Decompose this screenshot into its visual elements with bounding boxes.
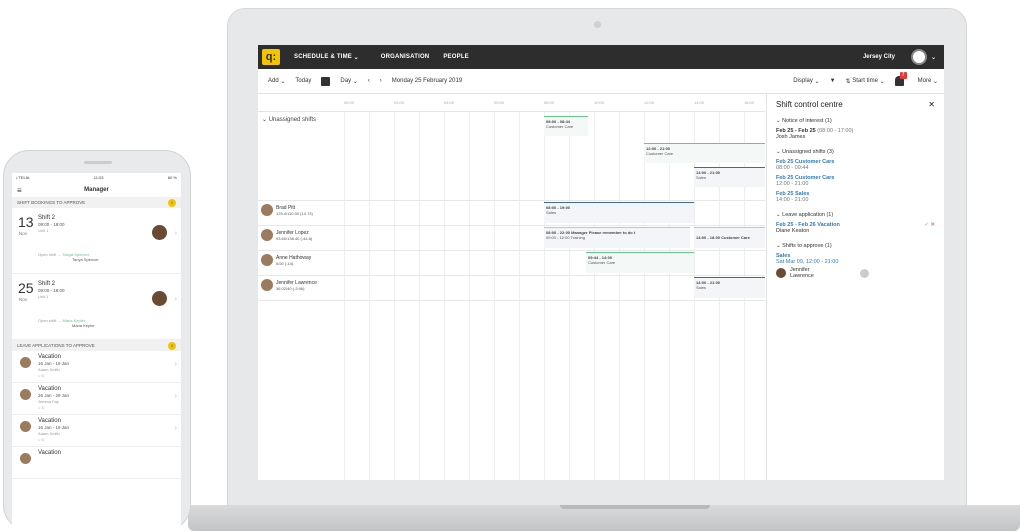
employee-row-label[interactable]: Jennifer Lawrence 36.02/40 (-3.98) xyxy=(261,279,317,291)
time-label: 03:00 xyxy=(394,100,405,105)
close-icon[interactable]: ✕ xyxy=(928,100,935,109)
section-header: LEAVE APPLICATIONS TO APPROVE 3 xyxy=(12,340,181,351)
time-label: 14:00 xyxy=(694,100,705,105)
leave-item[interactable]: Vacation xyxy=(12,447,181,479)
booking-item[interactable]: 25 Nov Shift 2 09:00 - 18:00 Unit 1 Open… xyxy=(12,274,181,340)
count-badge: 3 xyxy=(168,341,176,350)
chevron-right-icon: › xyxy=(174,425,177,432)
today-button[interactable]: Today xyxy=(295,78,311,84)
chevron-right-icon: › xyxy=(174,296,177,303)
notification-badge: 7 xyxy=(899,72,907,79)
employee-row-label[interactable]: Jennifer Lopez 93.60/138.40 (-44.8) xyxy=(261,229,312,241)
current-date: Monday 25 February 2019 xyxy=(391,78,463,84)
shift-block[interactable]: 09:44 - 14:00 Customer Care xyxy=(586,252,694,273)
shift-block[interactable]: 08:00 - 08:44 Customer Care xyxy=(544,116,588,136)
employee-row-label[interactable]: Brad Pitt 125.4/110.00 (14.73) xyxy=(261,204,313,216)
leave-item[interactable]: Vacation 26 Jan - 29 Jan Jemma Fay ○ 4 › xyxy=(12,383,181,415)
display-button[interactable]: Display ⌄ xyxy=(793,78,819,85)
laptop-base-notch xyxy=(560,505,710,509)
nav-organisation[interactable]: ORGANISATION xyxy=(381,54,430,60)
avatar xyxy=(261,229,273,241)
laptop-frame: q: SCHEDULE & TIME ⌄ ORGANISATION PEOPLE… xyxy=(227,8,967,506)
app-logo[interactable]: q: xyxy=(262,49,280,65)
view-select[interactable]: Day ⌄ xyxy=(340,78,357,85)
phone-speaker xyxy=(84,161,112,164)
panel-title: Shift control centre xyxy=(776,100,843,109)
shift-block[interactable]: 08:00 - 19:00 Sales xyxy=(544,202,694,223)
shift-block[interactable]: 14:00 - 18:00 Customer Care xyxy=(694,227,765,248)
avatar xyxy=(20,453,31,464)
avatar xyxy=(20,421,31,432)
user-avatar[interactable] xyxy=(910,49,927,65)
status-dot-icon xyxy=(859,268,869,278)
phone-header: ≡ Manager xyxy=(17,185,109,195)
more-button[interactable]: More ⌄ xyxy=(918,78,938,85)
time-label: 04:00 xyxy=(444,100,455,105)
count-badge: 2 xyxy=(168,198,176,207)
shift-block[interactable]: 14:00 - 21:00 Sales xyxy=(694,277,765,298)
leave-item[interactable]: Vacation 16 Jan - 19 Jan Adam Smith ○ 4 › xyxy=(12,351,181,383)
next-day-button[interactable]: › xyxy=(380,78,382,84)
laptop-camera xyxy=(594,21,601,28)
status-bar: ᵢₗ TELIA 11:03 60 % xyxy=(16,175,177,180)
phone-frame: ᵢₗ TELIA 11:03 60 % ≡ Manager SHIFT BOOKING… xyxy=(3,150,191,532)
nav-schedule-time[interactable]: SCHEDULE & TIME xyxy=(294,54,352,60)
time-label: 05:00 xyxy=(494,100,505,105)
notice-section-toggle[interactable]: ⌄ Notice of interest (1) xyxy=(776,118,935,124)
sort-button[interactable]: ⇅ Start time ⌄ xyxy=(846,78,885,85)
section-header: SHIFT BOOKINGS TO APPROVE 2 xyxy=(12,197,181,208)
avatar xyxy=(261,279,273,291)
avatar xyxy=(152,225,167,240)
shift-control-panel: Shift control centre ✕ ⌄ Notice of intere… xyxy=(766,94,944,480)
add-button[interactable]: Add ⌄ xyxy=(268,78,285,85)
booking-item[interactable]: 13 Nov Shift 2 09:00 - 18:00 Unit 1 Open… xyxy=(12,208,181,274)
time-label: 08:00 xyxy=(544,100,555,105)
laptop-screen: q: SCHEDULE & TIME ⌄ ORGANISATION PEOPLE… xyxy=(258,45,944,480)
phone-screen: ᵢₗ TELIA 11:03 60 % ≡ Manager SHIFT BOOKING… xyxy=(12,173,181,532)
chevron-down-icon: ⌄ xyxy=(352,54,359,61)
time-label: 16:00 xyxy=(744,100,755,105)
chevron-right-icon: › xyxy=(174,230,177,237)
avatar xyxy=(261,204,273,216)
time-label: 06:00 xyxy=(344,100,355,105)
location-selector[interactable]: Jersey City xyxy=(863,54,895,60)
leave-item[interactable]: Vacation 16 Jan - 19 Jan Adam Smith ○ 4 › xyxy=(12,415,181,447)
chevron-down-icon: ⌄ xyxy=(930,54,936,61)
avatar xyxy=(152,291,167,306)
calendar-icon[interactable] xyxy=(321,76,331,86)
employee-row-label[interactable]: Anne Hathoway 0/20 (-14) xyxy=(261,254,311,266)
toolbar: Add ⌄ Today Day ⌄ ‹ › Monday 25 February… xyxy=(258,69,944,94)
top-navigation: q: SCHEDULE & TIME ⌄ ORGANISATION PEOPLE… xyxy=(258,45,944,69)
avatar xyxy=(20,389,31,400)
shift-block[interactable]: 12:00 - 21:00 Customer Care xyxy=(644,143,765,163)
schedule-grid: 06:00 03:00 04:00 05:00 08:00 10:00 12:0… xyxy=(258,94,765,480)
time-label: 10:00 xyxy=(594,100,605,105)
shift-block[interactable]: 08:00 - 22:00 Manager Please remember to… xyxy=(544,227,690,248)
leave-section-toggle[interactable]: ⌄ Leave application (1) xyxy=(776,212,935,218)
time-label: 12:00 xyxy=(644,100,655,105)
hamburger-menu-icon[interactable]: ≡ xyxy=(17,186,22,195)
filter-icon[interactable]: ▼ xyxy=(830,78,836,84)
reject-x-icon[interactable]: ✕ xyxy=(930,222,935,228)
approve-section-toggle[interactable]: ⌄ Shifts to approve (1) xyxy=(776,243,935,249)
avatar xyxy=(261,254,273,266)
shift-block[interactable]: 14:00 - 21:00 Sales xyxy=(694,167,765,187)
unassigned-section-toggle[interactable]: ⌄ Unassigned shifts (3) xyxy=(776,149,935,155)
time-header: 06:00 03:00 04:00 05:00 08:00 10:00 12:0… xyxy=(258,94,765,112)
chevron-right-icon: › xyxy=(174,361,177,368)
prev-day-button[interactable]: ‹ xyxy=(368,78,370,84)
unassigned-shifts-toggle[interactable]: ⌄ Unassigned shifts xyxy=(262,116,348,123)
approve-check-icon[interactable]: ✓ xyxy=(924,222,929,228)
avatar xyxy=(776,268,786,278)
notification-bell-icon[interactable]: 7 xyxy=(894,72,907,86)
nav-people[interactable]: PEOPLE xyxy=(443,54,469,60)
chevron-right-icon: › xyxy=(174,393,177,400)
avatar xyxy=(20,357,31,368)
